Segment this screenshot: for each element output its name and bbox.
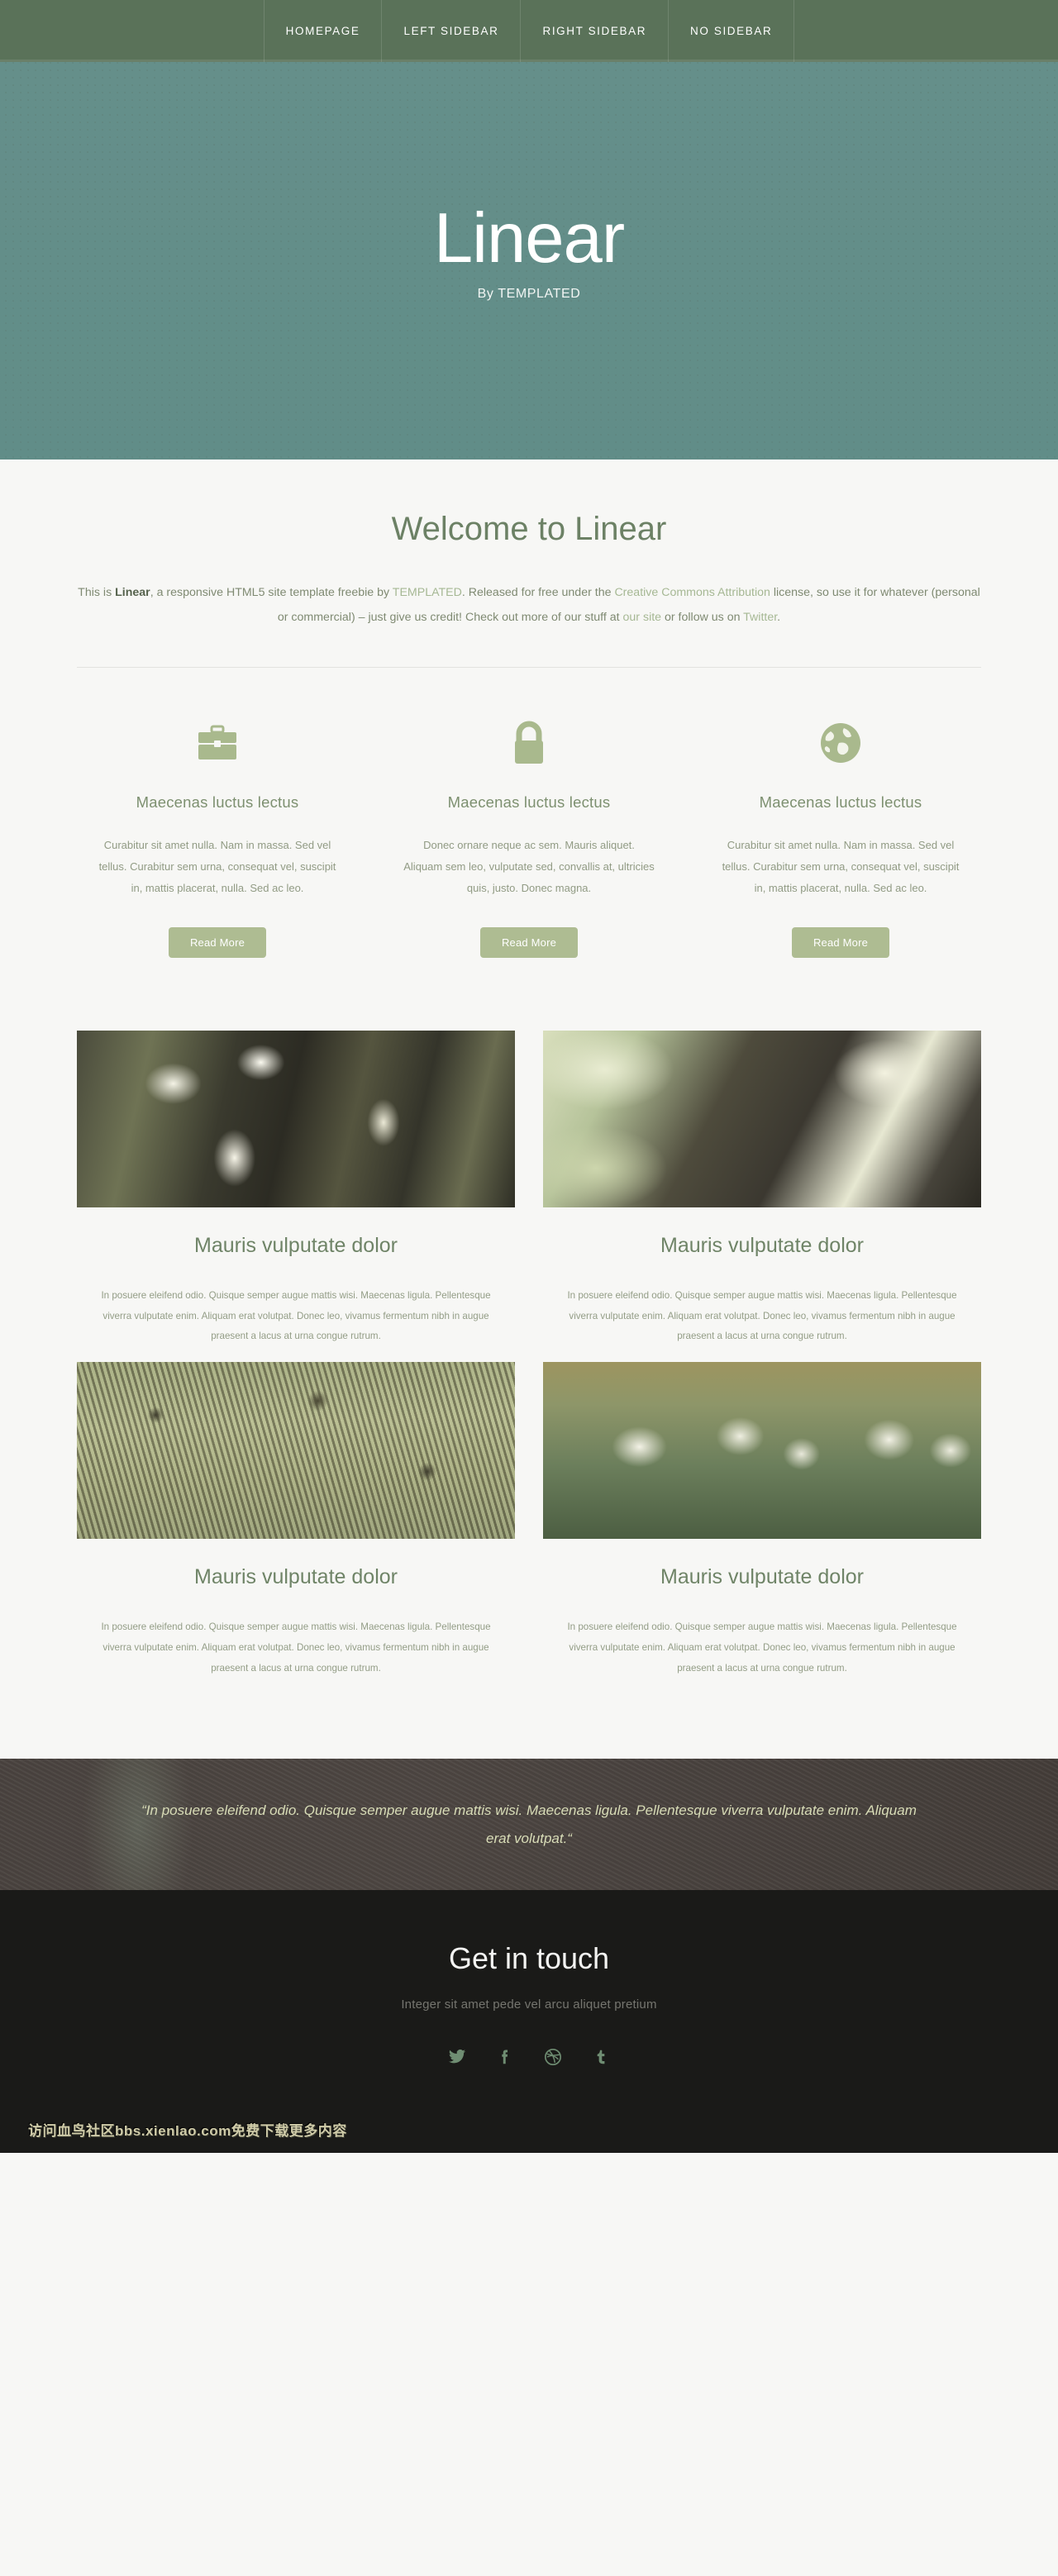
site-title: Linear: [433, 199, 625, 278]
nav-item-homepage[interactable]: HOMEPAGE: [263, 0, 382, 62]
feature-card-2: Maecenas luctus lectus Donec ornare nequ…: [388, 716, 670, 958]
globe-icon: [700, 716, 981, 770]
welcome-text-1: This is: [78, 586, 116, 599]
quote-banner: “In posuere eleifend odio. Quisque sempe…: [0, 1759, 1058, 1891]
facebook-icon[interactable]: [494, 2046, 516, 2068]
gallery-section: Mauris vulputate dolor In posuere eleife…: [77, 958, 981, 1690]
gallery-title-2: Mauris vulputate dolor: [660, 1233, 864, 1257]
gallery-title-1: Mauris vulputate dolor: [194, 1233, 398, 1257]
shrubland-photo[interactable]: [77, 1362, 515, 1540]
main-content: Welcome to Linear This is Linear, a resp…: [0, 459, 1058, 1690]
link-creative-commons[interactable]: Creative Commons Attribution: [614, 586, 770, 599]
forest-canopy-photo[interactable]: [77, 1030, 515, 1207]
feature-description-2: Donec ornare neque ac sem. Mauris alique…: [403, 838, 655, 894]
feature-title-2: Maecenas luctus lectus: [447, 793, 611, 811]
read-more-button-1[interactable]: Read More: [168, 926, 267, 958]
feature-card-3: Maecenas luctus lectus Curabitur sit ame…: [700, 716, 981, 958]
gallery-title-3: Mauris vulputate dolor: [194, 1565, 398, 1589]
gallery-item-2: Mauris vulputate dolor In posuere eleife…: [543, 1030, 981, 1348]
social-links: [0, 2046, 1058, 2106]
gallery-item-4: Mauris vulputate dolor In posuere eleife…: [543, 1362, 981, 1679]
gallery-title-4: Mauris vulputate dolor: [660, 1565, 864, 1589]
link-twitter[interactable]: Twitter: [743, 611, 777, 624]
leaf-closeup-photo[interactable]: [543, 1030, 981, 1207]
hero-banner: Linear By TEMPLATED: [0, 62, 1058, 459]
site-subtitle: By TEMPLATED: [477, 287, 581, 301]
tumblr-icon[interactable]: [590, 2046, 612, 2068]
link-our-site[interactable]: our site: [623, 611, 662, 624]
welcome-text-5: or follow us on: [661, 610, 744, 624]
gallery-description-2: In posuere eleifend odio. Quisque semper…: [567, 1289, 957, 1342]
gallery-description-1: In posuere eleifend odio. Quisque semper…: [101, 1289, 491, 1342]
dribbble-icon[interactable]: [542, 2046, 564, 2068]
welcome-section: Welcome to Linear This is Linear, a resp…: [77, 511, 981, 631]
gallery-description-3: In posuere eleifend odio. Quisque semper…: [101, 1621, 491, 1674]
site-footer: Get in touch Integer sit amet pede vel a…: [0, 1890, 1058, 2107]
watermark-bar: 访问血鸟社区bbs.xienlao.com免费下载更多内容: [0, 2106, 1058, 2154]
welcome-text-2: , a responsive HTML5 site template freeb…: [150, 586, 393, 599]
watermark-text: 访问血鸟社区bbs.xienlao.com免费下载更多内容: [28, 2123, 347, 2140]
link-templated[interactable]: TEMPLATED: [393, 586, 462, 599]
gallery-item-1: Mauris vulputate dolor In posuere eleife…: [77, 1030, 515, 1348]
sheep-field-photo[interactable]: [543, 1362, 981, 1540]
footer-title: Get in touch: [448, 1941, 610, 1976]
footer-subtitle: Integer sit amet pede vel arcu aliquet p…: [401, 1997, 657, 2012]
feature-title-3: Maecenas luctus lectus: [759, 793, 922, 811]
lock-icon: [388, 716, 670, 770]
twitter-icon[interactable]: [446, 2046, 468, 2068]
quote-text: “In posuere eleifend odio. Quisque sempe…: [141, 1802, 917, 1846]
welcome-paragraph: This is Linear, a responsive HTML5 site …: [77, 581, 981, 631]
gallery-item-3: Mauris vulputate dolor In posuere eleife…: [77, 1362, 515, 1679]
feature-card-1: Maecenas luctus lectus Curabitur sit ame…: [77, 716, 358, 958]
nav-item-no-sidebar[interactable]: NO SIDEBAR: [668, 0, 795, 62]
page-title: Welcome to Linear: [391, 511, 667, 547]
welcome-text-6: .: [777, 610, 781, 624]
gallery-description-4: In posuere eleifend odio. Quisque semper…: [567, 1621, 957, 1674]
features-section: Maecenas luctus lectus Curabitur sit ame…: [77, 668, 981, 958]
nav-item-right-sidebar[interactable]: RIGHT SIDEBAR: [520, 0, 668, 62]
nav-item-left-sidebar[interactable]: LEFT SIDEBAR: [381, 0, 520, 62]
welcome-brand: Linear: [115, 586, 150, 599]
main-navigation: HOMEPAGE LEFT SIDEBAR RIGHT SIDEBAR NO S…: [0, 0, 1058, 62]
welcome-text-3: . Released for free under the: [461, 586, 615, 599]
feature-title-1: Maecenas luctus lectus: [136, 793, 299, 811]
feature-description-3: Curabitur sit amet nulla. Nam in massa. …: [722, 838, 960, 894]
briefcase-icon: [77, 716, 358, 770]
read-more-button-3[interactable]: Read More: [791, 926, 890, 958]
read-more-button-2[interactable]: Read More: [479, 926, 579, 958]
feature-description-1: Curabitur sit amet nulla. Nam in massa. …: [98, 838, 336, 894]
nav-list: HOMEPAGE LEFT SIDEBAR RIGHT SIDEBAR NO S…: [263, 0, 795, 62]
